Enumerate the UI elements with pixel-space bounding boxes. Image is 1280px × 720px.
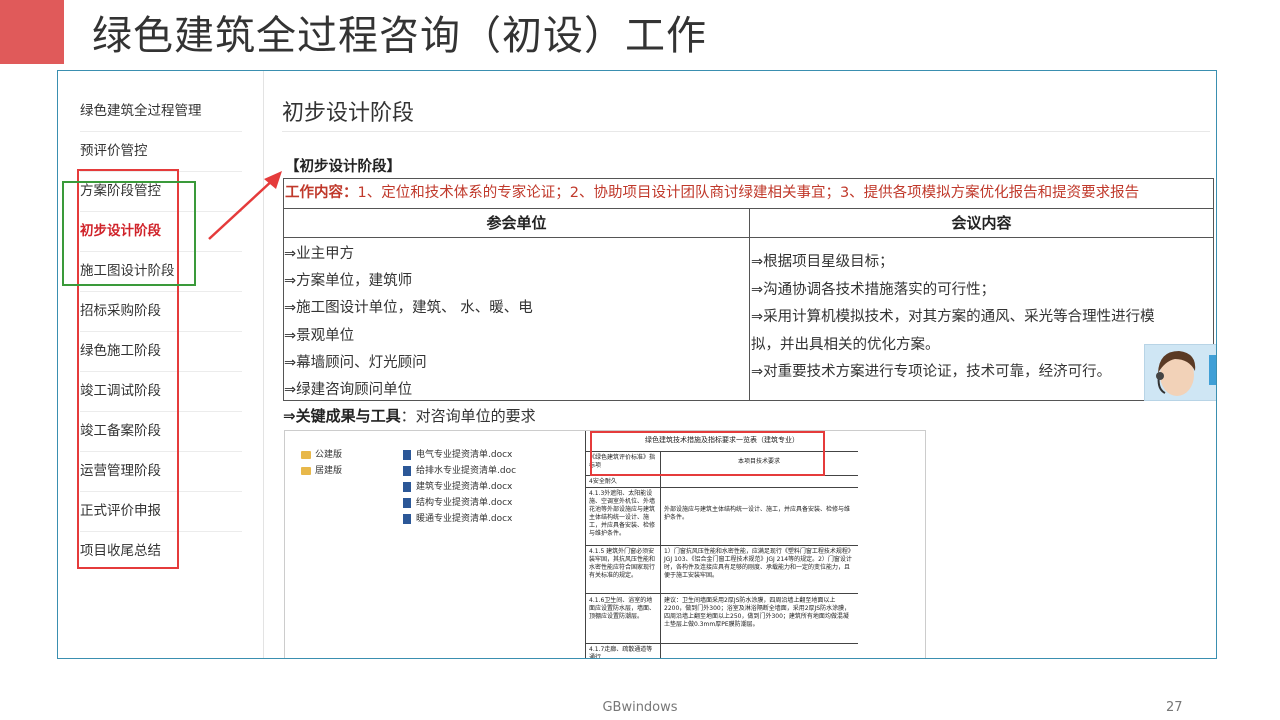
table-row: 建议：卫生间墙面采用2厚JS防水涂膜，四周沿墙上翻至地面以上2200，做到门外3… (664, 597, 851, 628)
work-content-label: 工作内容： (285, 185, 358, 201)
file-item[interactable]: 电气专业提资清单.docx (403, 447, 512, 460)
title-accent-bar (0, 0, 64, 64)
table-row: 4.1.5 建筑外门窗必须安装牢固，其抗风压性能和水密性能应符合国家现行有关标准… (589, 548, 656, 579)
participants-list: ⇒业主甲方 ⇒方案单位，建筑师 ⇒施工图设计单位，建筑、 水、暖、电 ⇒景观单位… (284, 241, 533, 404)
sidebar-item-project-closing[interactable]: 项目收尾总结 (80, 531, 242, 571)
key-results-text: ：对咨询单位的要求 (400, 407, 536, 425)
spec-table-highlight (590, 431, 825, 476)
screenshot-frame: 绿色建筑全过程管理 预评价管控 方案阶段管控 初步设计阶段 施工图设计阶段 招标… (57, 70, 1217, 659)
word-doc-icon (403, 497, 411, 508)
sidebar-item-green-building-management[interactable]: 绿色建筑全过程管理 (80, 91, 242, 132)
list-item: ⇒方案单位，建筑师 (284, 273, 413, 290)
list-item: ⇒幕墙顾问、灯光顾问 (284, 354, 427, 371)
list-item: ⇒根据项目星级目标； (751, 254, 894, 270)
sidebar-item-operation[interactable]: 运营管理阶段 (80, 451, 242, 492)
work-content-text: 1、定位和技术体系的专家论证；2、协助项目设计团队商讨绿建相关事宜；3、提供各项… (357, 185, 1140, 201)
list-item: ⇒沟通协调各技术措施落实的可行性； (751, 281, 996, 298)
table-header-divider (284, 237, 1213, 238)
table-row-divider (586, 487, 858, 488)
meeting-content-header: 会议内容 (951, 214, 1012, 232)
sidebar-item-pre-evaluation[interactable]: 预评价管控 (80, 131, 242, 172)
customer-service-icon (1145, 345, 1216, 400)
table-row-divider (586, 545, 858, 546)
sidebar-item-completion-filing[interactable]: 竣工备案阶段 (80, 411, 242, 452)
footer-brand: GBwindows (602, 700, 678, 715)
table-row-divider (586, 593, 858, 594)
sidebar-item-green-construction[interactable]: 绿色施工阶段 (80, 331, 242, 372)
file-item[interactable]: 结构专业提资清单.docx (403, 495, 512, 508)
table-row: 4.1.3外遮阳、太阳能设施、空调室外机位、外墙花池等外部设施应与建筑主体结构统… (589, 490, 656, 537)
file-item[interactable]: 暖通专业提资清单.docx (403, 511, 512, 524)
table-row: 4.1.6卫生间、浴室的地面应设置防水层，墙面、顶棚应设置防潮层。 (589, 597, 656, 620)
slide-title: 绿色建筑全过程咨询（初设）工作 (92, 13, 707, 59)
sidebar-item-formal-evaluation[interactable]: 正式评价申报 (80, 491, 242, 532)
word-doc-icon (403, 465, 411, 476)
sidebar-item-commissioning[interactable]: 竣工调试阶段 (80, 371, 242, 412)
list-item: ⇒景观单位 (284, 327, 355, 344)
folder-icon (301, 450, 311, 459)
participants-header: 参会单位 (486, 214, 547, 232)
folder-icon (301, 466, 311, 475)
document-preview: 公建版 居建版 电气专业提资清单.docx 给排水专业提资清单.doc 建筑专业… (284, 430, 926, 659)
file-item[interactable]: 给排水专业提资清单.doc (403, 463, 516, 476)
page-title: 初步设计阶段 (282, 101, 415, 126)
table-row: 4.1.7走廊、疏散通道等通行 (589, 646, 653, 659)
list-item: ⇒业主甲方 (284, 246, 355, 262)
meeting-table: 参会单位 会议内容 ⇒业主甲方 ⇒方案单位，建筑师 ⇒施工图设计单位，建筑、 水… (283, 208, 1214, 401)
table-row-divider (586, 643, 858, 644)
table-row: 4安全耐久 (589, 478, 617, 485)
stage-label: 【初步设计阶段】 (285, 159, 401, 175)
work-content-row: 工作内容：1、定位和技术体系的专家论证；2、协助项目设计团队商讨绿建相关事宜；3… (283, 178, 1214, 208)
list-item: ⇒绿建咨询顾问单位 (284, 382, 413, 399)
file-item[interactable]: 建筑专业提资清单.docx (403, 479, 512, 492)
folder-item[interactable]: 公建版 (301, 447, 342, 460)
sidebar-item-procurement[interactable]: 招标采购阶段 (80, 291, 242, 332)
sidebar-nav: 绿色建筑全过程管理 预评价管控 方案阶段管控 初步设计阶段 施工图设计阶段 招标… (58, 71, 264, 658)
key-results-label: ⇒关键成果与工具 (283, 407, 401, 425)
table-row: 1）门窗抗风压性能和水密性能，应满足现行《塑料门窗工程技术规程》JGJ 103、… (664, 548, 854, 579)
table-row: 外部设施应与建筑主体结构统一设计、施工，并应具备安装、检修与维护条件。 (664, 506, 851, 521)
list-item: ⇒对重要技术方案进行专项论证，技术可靠，经济可行。 (751, 364, 1112, 380)
meeting-content-list: ⇒根据项目星级目标； ⇒沟通协调各技术措施落实的可行性； ⇒采用计算机模拟技术，… (751, 249, 1155, 387)
table-column-divider (660, 451, 661, 658)
folder-item[interactable]: 居建版 (301, 463, 342, 476)
heading-divider (282, 131, 1210, 132)
main-content: 初步设计阶段 【初步设计阶段】 工作内容：1、定位和技术体系的专家论证；2、协助… (263, 71, 1216, 658)
page-number: 27 (1166, 700, 1183, 715)
list-item: ⇒采用计算机模拟技术，对其方案的通风、采光等合理性进行模 (751, 309, 1155, 325)
list-item: ⇒施工图设计单位，建筑、 水、暖、电 (284, 300, 533, 317)
list-item: 拟，并出具相关的优化方案。 (751, 336, 940, 353)
word-doc-icon (403, 513, 411, 524)
sidebar-item-construction-drawing[interactable]: 施工图设计阶段 (80, 251, 242, 292)
key-results-line: ⇒关键成果与工具：对咨询单位的要求 (283, 405, 536, 426)
word-doc-icon (403, 449, 411, 460)
word-doc-icon (403, 481, 411, 492)
support-avatar[interactable] (1144, 344, 1216, 401)
